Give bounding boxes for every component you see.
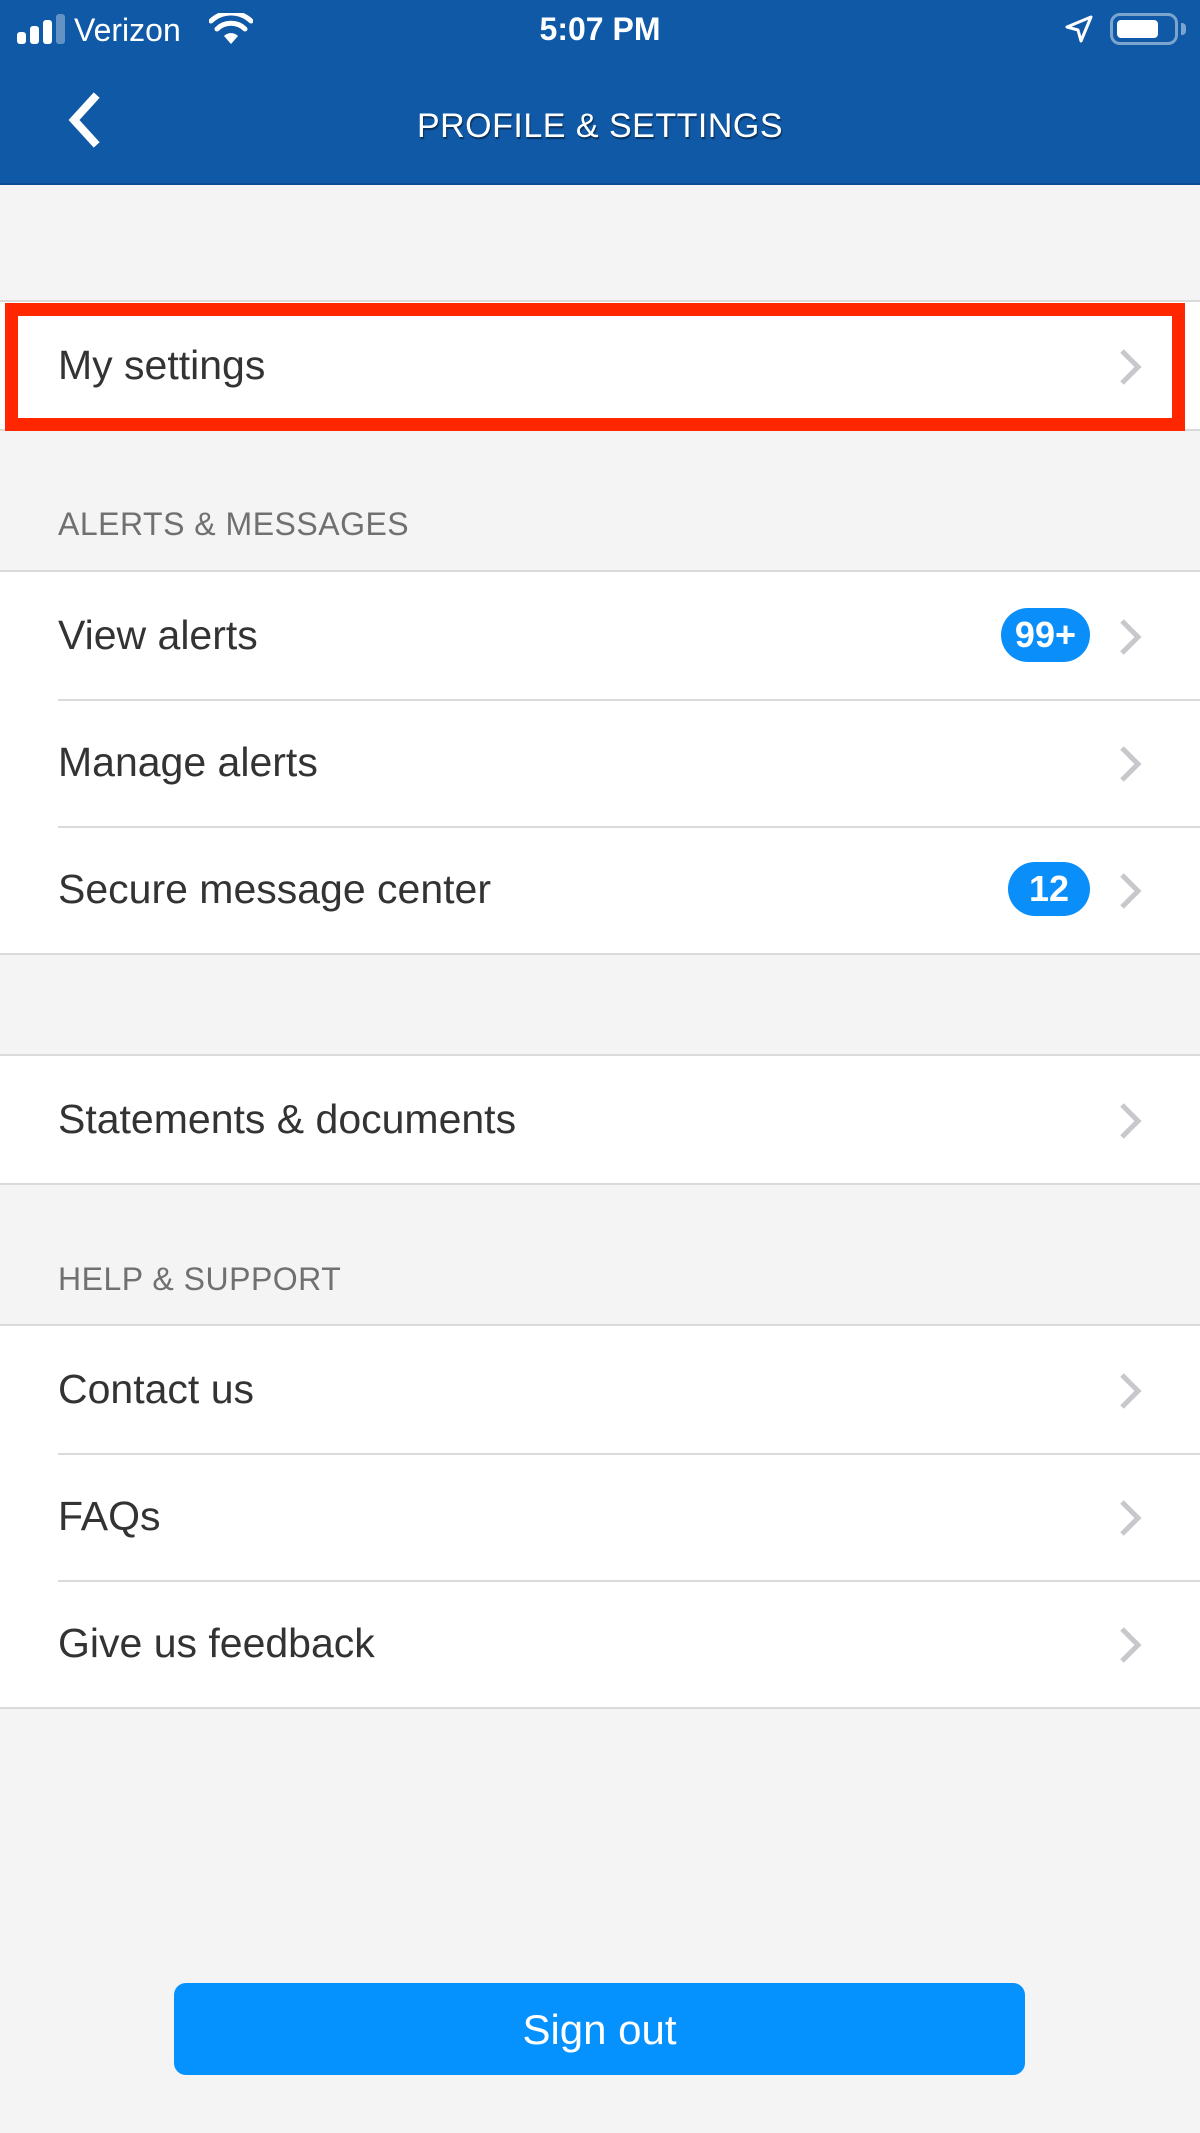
battery-level <box>1117 20 1158 38</box>
chevron-right-icon <box>1120 1500 1142 1536</box>
chevron-right-icon <box>1120 746 1142 782</box>
battery-icon <box>1110 13 1178 45</box>
chevron-right-icon <box>1120 1373 1142 1409</box>
list-item-contact-us[interactable]: Contact us <box>0 1326 1200 1453</box>
list-item-secure-message-center[interactable]: Secure message center 12 <box>0 826 1200 953</box>
list-item-faqs[interactable]: FAQs <box>0 1453 1200 1580</box>
chevron-right-icon <box>1120 1103 1142 1139</box>
list-item-statements-documents[interactable]: Statements & documents <box>0 1056 1200 1183</box>
alerts-count-badge: 99+ <box>1000 608 1090 662</box>
list-item-give-feedback[interactable]: Give us feedback <box>0 1580 1200 1707</box>
list-item-label: Give us feedback <box>58 1620 375 1666</box>
list-item-label: Contact us <box>58 1366 254 1412</box>
status-bar: Verizon 5:07 PM <box>0 0 1200 60</box>
list-item-manage-alerts[interactable]: Manage alerts <box>0 699 1200 826</box>
list-item-label: Secure message center <box>58 866 492 912</box>
status-time: 5:07 PM <box>539 11 661 47</box>
navigation-bar: Verizon 5:07 PM PROFILE & SETTINGS <box>0 0 1200 185</box>
battery-tip <box>1181 23 1186 35</box>
section-label-alerts: ALERTS & MESSAGES <box>58 506 410 542</box>
list-item-label: FAQs <box>58 1493 161 1539</box>
list-item-label: Manage alerts <box>58 739 318 785</box>
help-group: Contact us FAQs Give us feedback <box>0 1324 1200 1709</box>
documents-group: Statements & documents <box>0 1054 1200 1185</box>
chevron-right-icon <box>1120 1627 1142 1663</box>
section-label-help: HELP & SUPPORT <box>58 1261 342 1297</box>
chevron-right-icon <box>1120 619 1142 655</box>
list-item-my-settings[interactable]: My settings <box>0 302 1200 429</box>
chevron-right-icon <box>1120 873 1142 909</box>
list-item-label: View alerts <box>58 612 258 658</box>
list-item-label: My settings <box>58 342 266 388</box>
sign-out-button[interactable]: Sign out <box>174 1983 1025 2075</box>
list-item-label: Statements & documents <box>58 1096 517 1142</box>
chevron-right-icon <box>1120 349 1142 385</box>
messages-count-badge: 12 <box>1008 862 1090 916</box>
location-arrow-icon <box>1065 15 1093 43</box>
alerts-group: View alerts 99+ Manage alerts Secure mes… <box>0 570 1200 955</box>
settings-group: My settings <box>0 300 1200 431</box>
list-item-view-alerts[interactable]: View alerts 99+ <box>0 572 1200 699</box>
page-title: PROFILE & SETTINGS <box>416 107 784 145</box>
